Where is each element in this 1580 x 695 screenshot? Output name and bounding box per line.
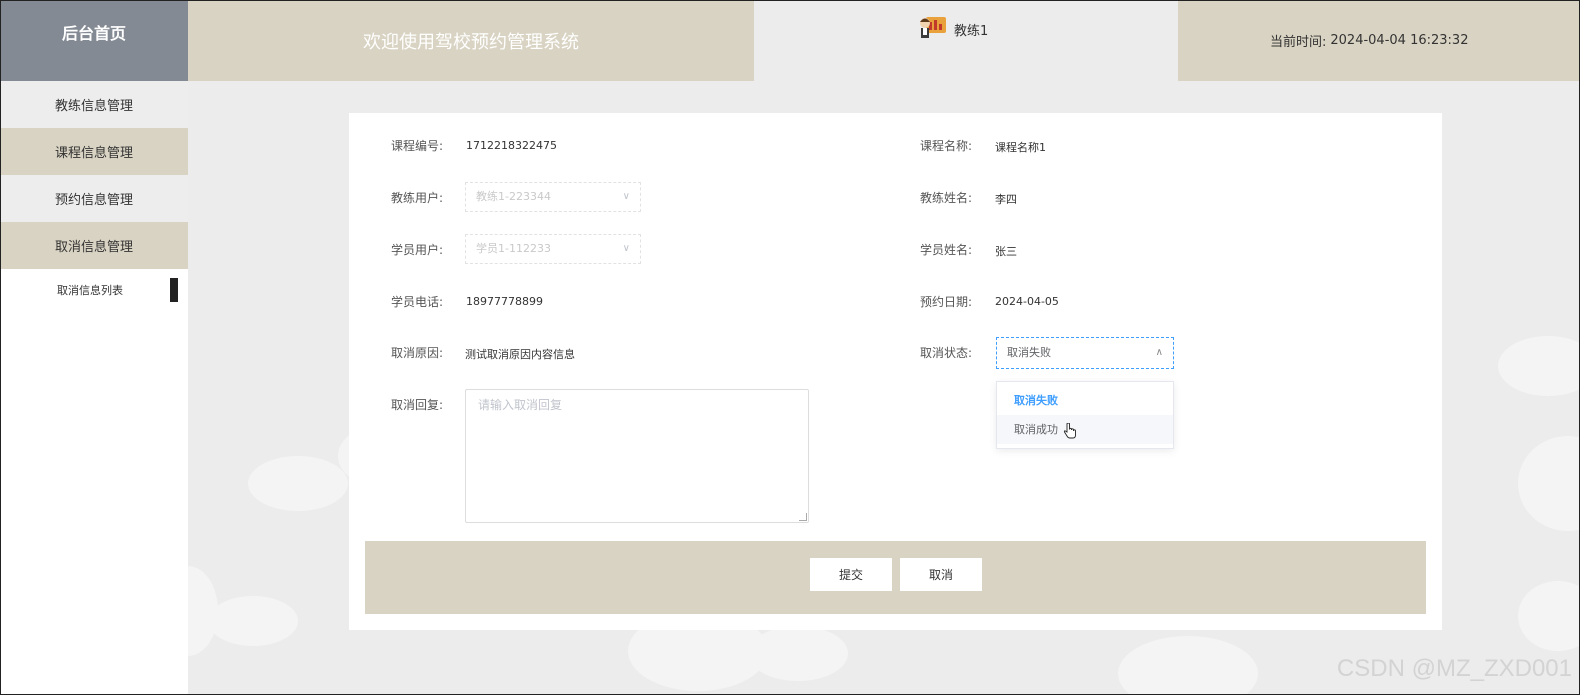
user-info: 教练1 bbox=[754, 0, 1178, 81]
cancel-status-select[interactable]: 取消失败 ∧ bbox=[996, 337, 1174, 369]
coach-user-select: 教练1-223344 ∨ bbox=[465, 182, 641, 212]
course-name-label: 课程名称: bbox=[919, 139, 972, 153]
avatar-icon[interactable] bbox=[918, 13, 948, 41]
form-actions: 提交 取消 bbox=[365, 541, 1426, 614]
cancel-status-dropdown: 取消失败 取消成功 bbox=[996, 381, 1174, 449]
cancel-reply-placeholder: 请输入取消回复 bbox=[478, 398, 563, 412]
coach-user-label: 教练用户: bbox=[390, 191, 443, 205]
cancel-status-label: 取消状态: bbox=[919, 346, 972, 360]
home-link[interactable]: 后台首页 bbox=[0, 0, 188, 81]
coach-name-value: 李四 bbox=[995, 193, 1017, 206]
course-name-value: 课程名称1 bbox=[995, 141, 1046, 154]
dropdown-option-failed[interactable]: 取消失败 bbox=[997, 386, 1173, 415]
sidebar-item-appointment-info[interactable]: 预约信息管理 bbox=[0, 175, 188, 222]
chevron-down-icon: ∨ bbox=[622, 191, 630, 202]
cancel-button[interactable]: 取消 bbox=[900, 558, 982, 591]
sidebar-item-coach-info[interactable]: 教练信息管理 bbox=[0, 81, 188, 128]
student-user-label: 学员用户: bbox=[390, 243, 443, 257]
appointment-date-value: 2024-04-05 bbox=[995, 295, 1059, 308]
student-phone-value: 18977778899 bbox=[466, 295, 543, 308]
cancel-status-value: 取消失败 bbox=[1007, 346, 1051, 359]
watermark: CSDN @MZ_ZXD001 bbox=[1336, 655, 1572, 682]
active-indicator bbox=[170, 278, 178, 302]
appointment-date-label: 预约日期: bbox=[919, 295, 972, 309]
hand-cursor-icon bbox=[1063, 423, 1076, 439]
chevron-down-icon: ∨ bbox=[622, 243, 630, 254]
student-phone-label: 学员电话: bbox=[390, 295, 443, 309]
time-label: 当前时间: bbox=[1270, 35, 1327, 50]
chevron-up-icon: ∧ bbox=[1155, 347, 1163, 358]
student-name-value: 张三 bbox=[995, 245, 1017, 258]
resize-handle-icon[interactable] bbox=[799, 513, 807, 521]
sidebar-subitem-cancel-list[interactable]: 取消信息列表 bbox=[0, 269, 188, 311]
coach-name-label: 教练姓名: bbox=[919, 191, 972, 205]
student-user-value: 学员1-112233 bbox=[476, 242, 551, 255]
cancel-reason-label: 取消原因: bbox=[390, 346, 443, 360]
student-user-select: 学员1-112233 ∨ bbox=[465, 234, 641, 264]
dropdown-option-success[interactable]: 取消成功 bbox=[997, 415, 1173, 444]
sidebar-item-course-info[interactable]: 课程信息管理 bbox=[0, 128, 188, 175]
current-time: 当前时间: 2024-04-04 16:23:32 bbox=[1178, 0, 1580, 81]
course-no-value: 1712218322475 bbox=[466, 139, 557, 152]
sidebar-item-cancel-info[interactable]: 取消信息管理 bbox=[0, 222, 188, 269]
dropdown-option-success-label: 取消成功 bbox=[1014, 423, 1058, 436]
top-header: 后台首页 欢迎使用驾校预约管理系统 教练1 当前时间: 2024-04-04 1… bbox=[0, 0, 1580, 81]
sidebar: 教练信息管理 课程信息管理 预约信息管理 取消信息管理 取消信息列表 bbox=[0, 81, 188, 695]
cancel-reply-textarea[interactable]: 请输入取消回复 bbox=[465, 389, 809, 523]
username[interactable]: 教练1 bbox=[954, 20, 988, 39]
sidebar-subitem-label: 取消信息列表 bbox=[57, 284, 123, 297]
submit-button[interactable]: 提交 bbox=[810, 558, 892, 591]
course-no-label: 课程编号: bbox=[390, 139, 443, 153]
welcome-title: 欢迎使用驾校预约管理系统 bbox=[188, 0, 754, 81]
cancel-reply-label: 取消回复: bbox=[390, 398, 443, 412]
student-name-label: 学员姓名: bbox=[919, 243, 972, 257]
time-value: 2024-04-04 16:23:32 bbox=[1330, 33, 1469, 48]
cancel-reason-value: 测试取消原因内容信息 bbox=[465, 348, 575, 361]
coach-user-value: 教练1-223344 bbox=[476, 190, 551, 203]
